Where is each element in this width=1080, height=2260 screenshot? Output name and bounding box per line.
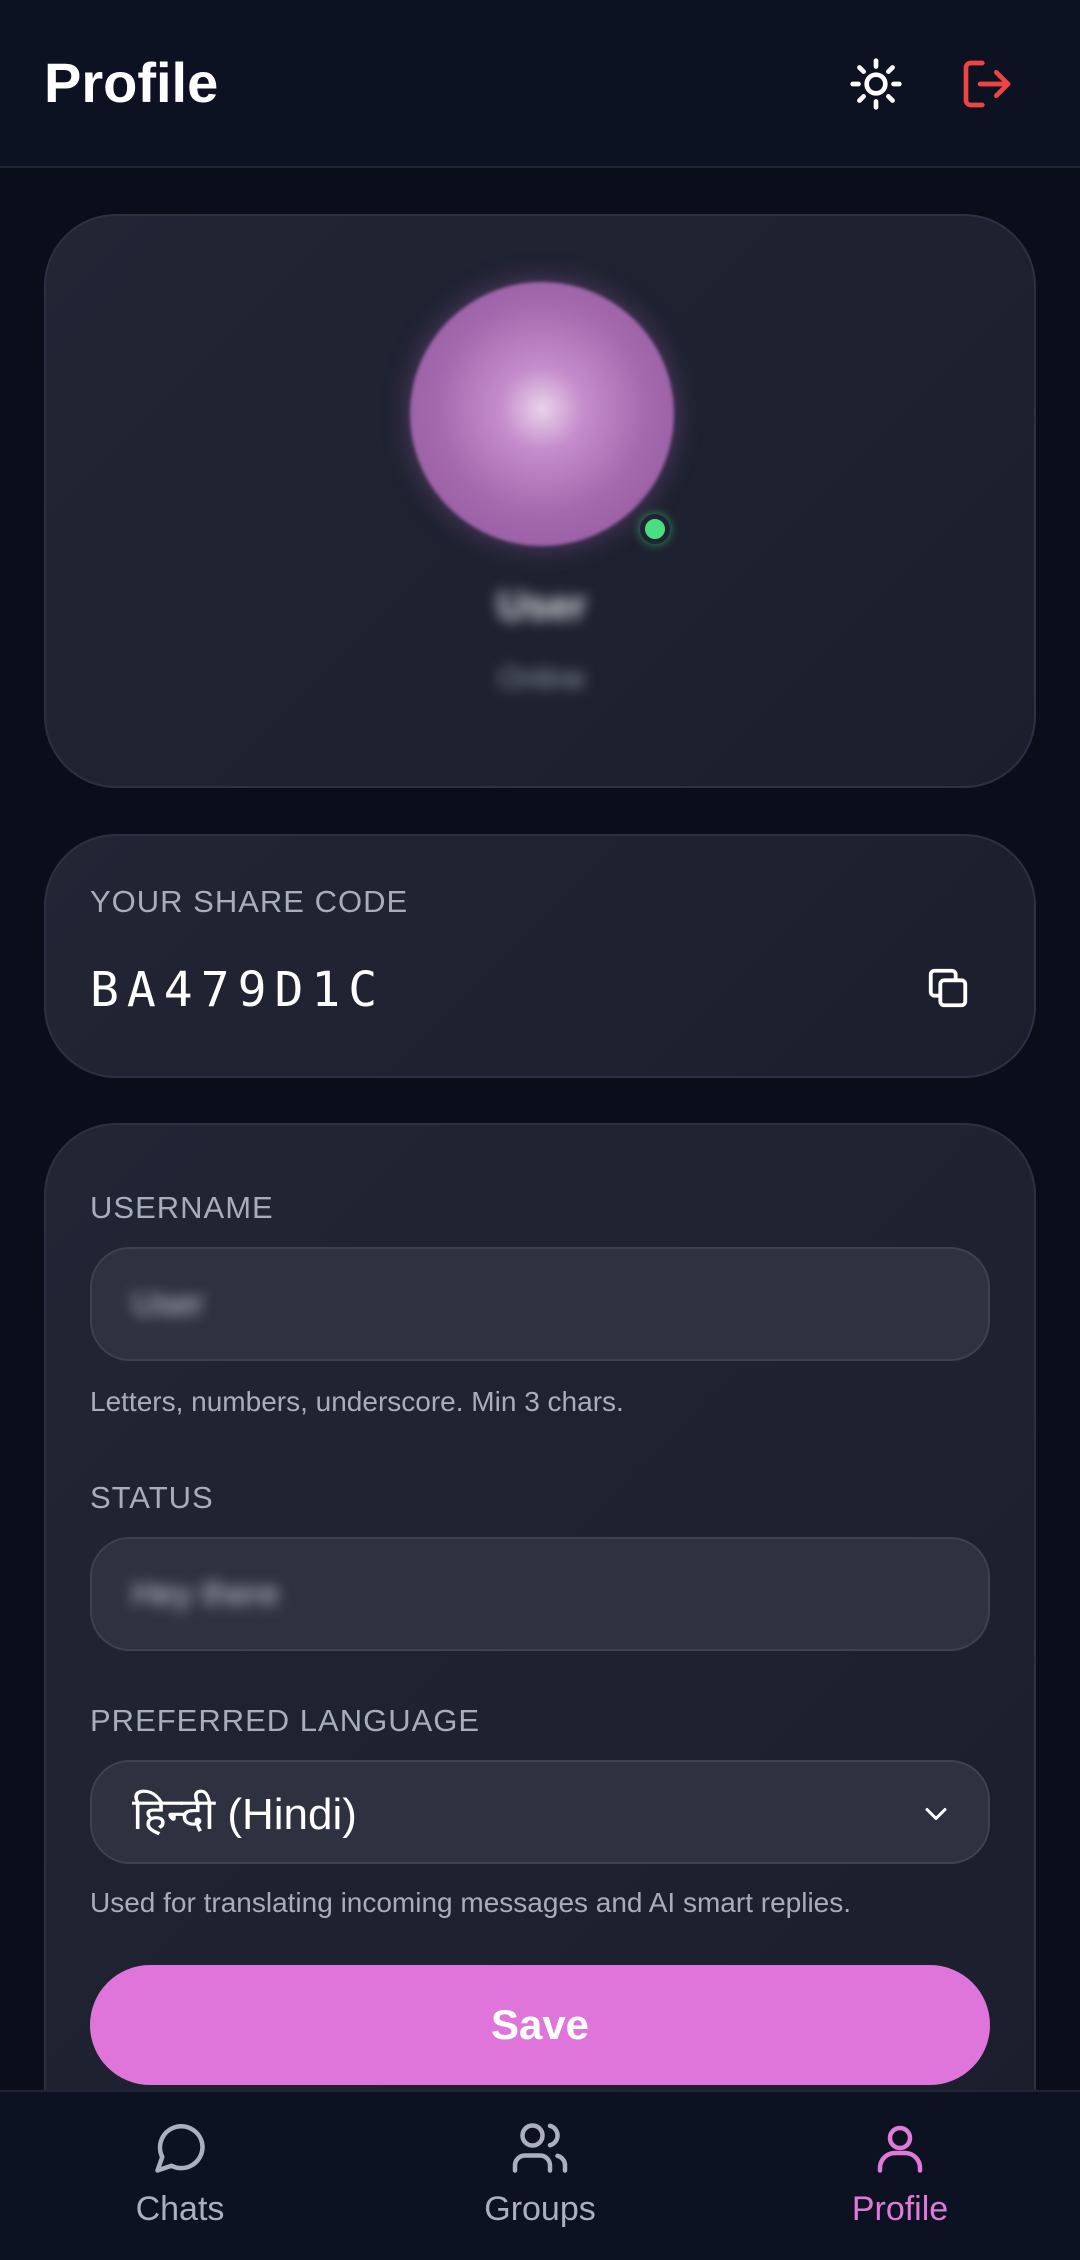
username-value: User (132, 1284, 204, 1323)
status-value: Hey there (132, 1574, 280, 1613)
nav-label-profile: Profile (851, 2190, 949, 2228)
nav-item-chats[interactable]: Chats (80, 2118, 280, 2238)
language-label: PREFERRED LANGUAGE (90, 1703, 481, 1738)
top-bar: Profile (0, 0, 1080, 168)
profile-name: User (497, 584, 587, 628)
username-field[interactable]: User (90, 1247, 990, 1361)
chevron-down-icon (925, 1808, 947, 1820)
language-hint: Used for translating incoming messages a… (90, 1887, 852, 1918)
status-field[interactable]: Hey there (90, 1537, 990, 1651)
user-icon (877, 2125, 923, 2173)
copy-icon (928, 968, 968, 1008)
online-indicator (640, 514, 670, 544)
avatar[interactable] (410, 282, 674, 546)
page-title: Profile (44, 51, 219, 114)
profile-card: User Online (44, 214, 1036, 788)
nav-label-groups: Groups (484, 2190, 596, 2228)
profile-form-card: USERNAME User Letters, numbers, undersco… (44, 1123, 1036, 2123)
language-selected-value: हिन्दी (Hindi) (132, 1790, 357, 1839)
users-icon (512, 2123, 568, 2173)
nav-label-chats: Chats (135, 2190, 225, 2228)
username-hint: Letters, numbers, underscore. Min 3 char… (90, 1386, 624, 1417)
nav-item-groups[interactable]: Groups (440, 2118, 640, 2238)
language-select[interactable]: हिन्दी (Hindi) (90, 1760, 990, 1864)
nav-item-profile[interactable]: Profile (800, 2118, 1000, 2238)
copy-share-code-button[interactable] (920, 960, 976, 1016)
logout-icon (963, 60, 1011, 108)
share-code-label: YOUR SHARE CODE (90, 884, 409, 919)
share-code-card: YOUR SHARE CODE BA479D1C (44, 834, 1036, 1078)
logout-button[interactable] (955, 52, 1019, 116)
sun-icon (850, 58, 902, 110)
share-code-value: BA479D1C (90, 962, 386, 1018)
theme-toggle-button[interactable] (844, 52, 908, 116)
status-label: STATUS (90, 1480, 214, 1515)
chat-bubble-icon (155, 2124, 205, 2173)
bottom-nav: Chats Groups Profile (0, 2090, 1080, 2260)
save-button[interactable]: Save (90, 1965, 990, 2085)
profile-status: Online (498, 662, 586, 695)
username-label: USERNAME (90, 1190, 274, 1225)
